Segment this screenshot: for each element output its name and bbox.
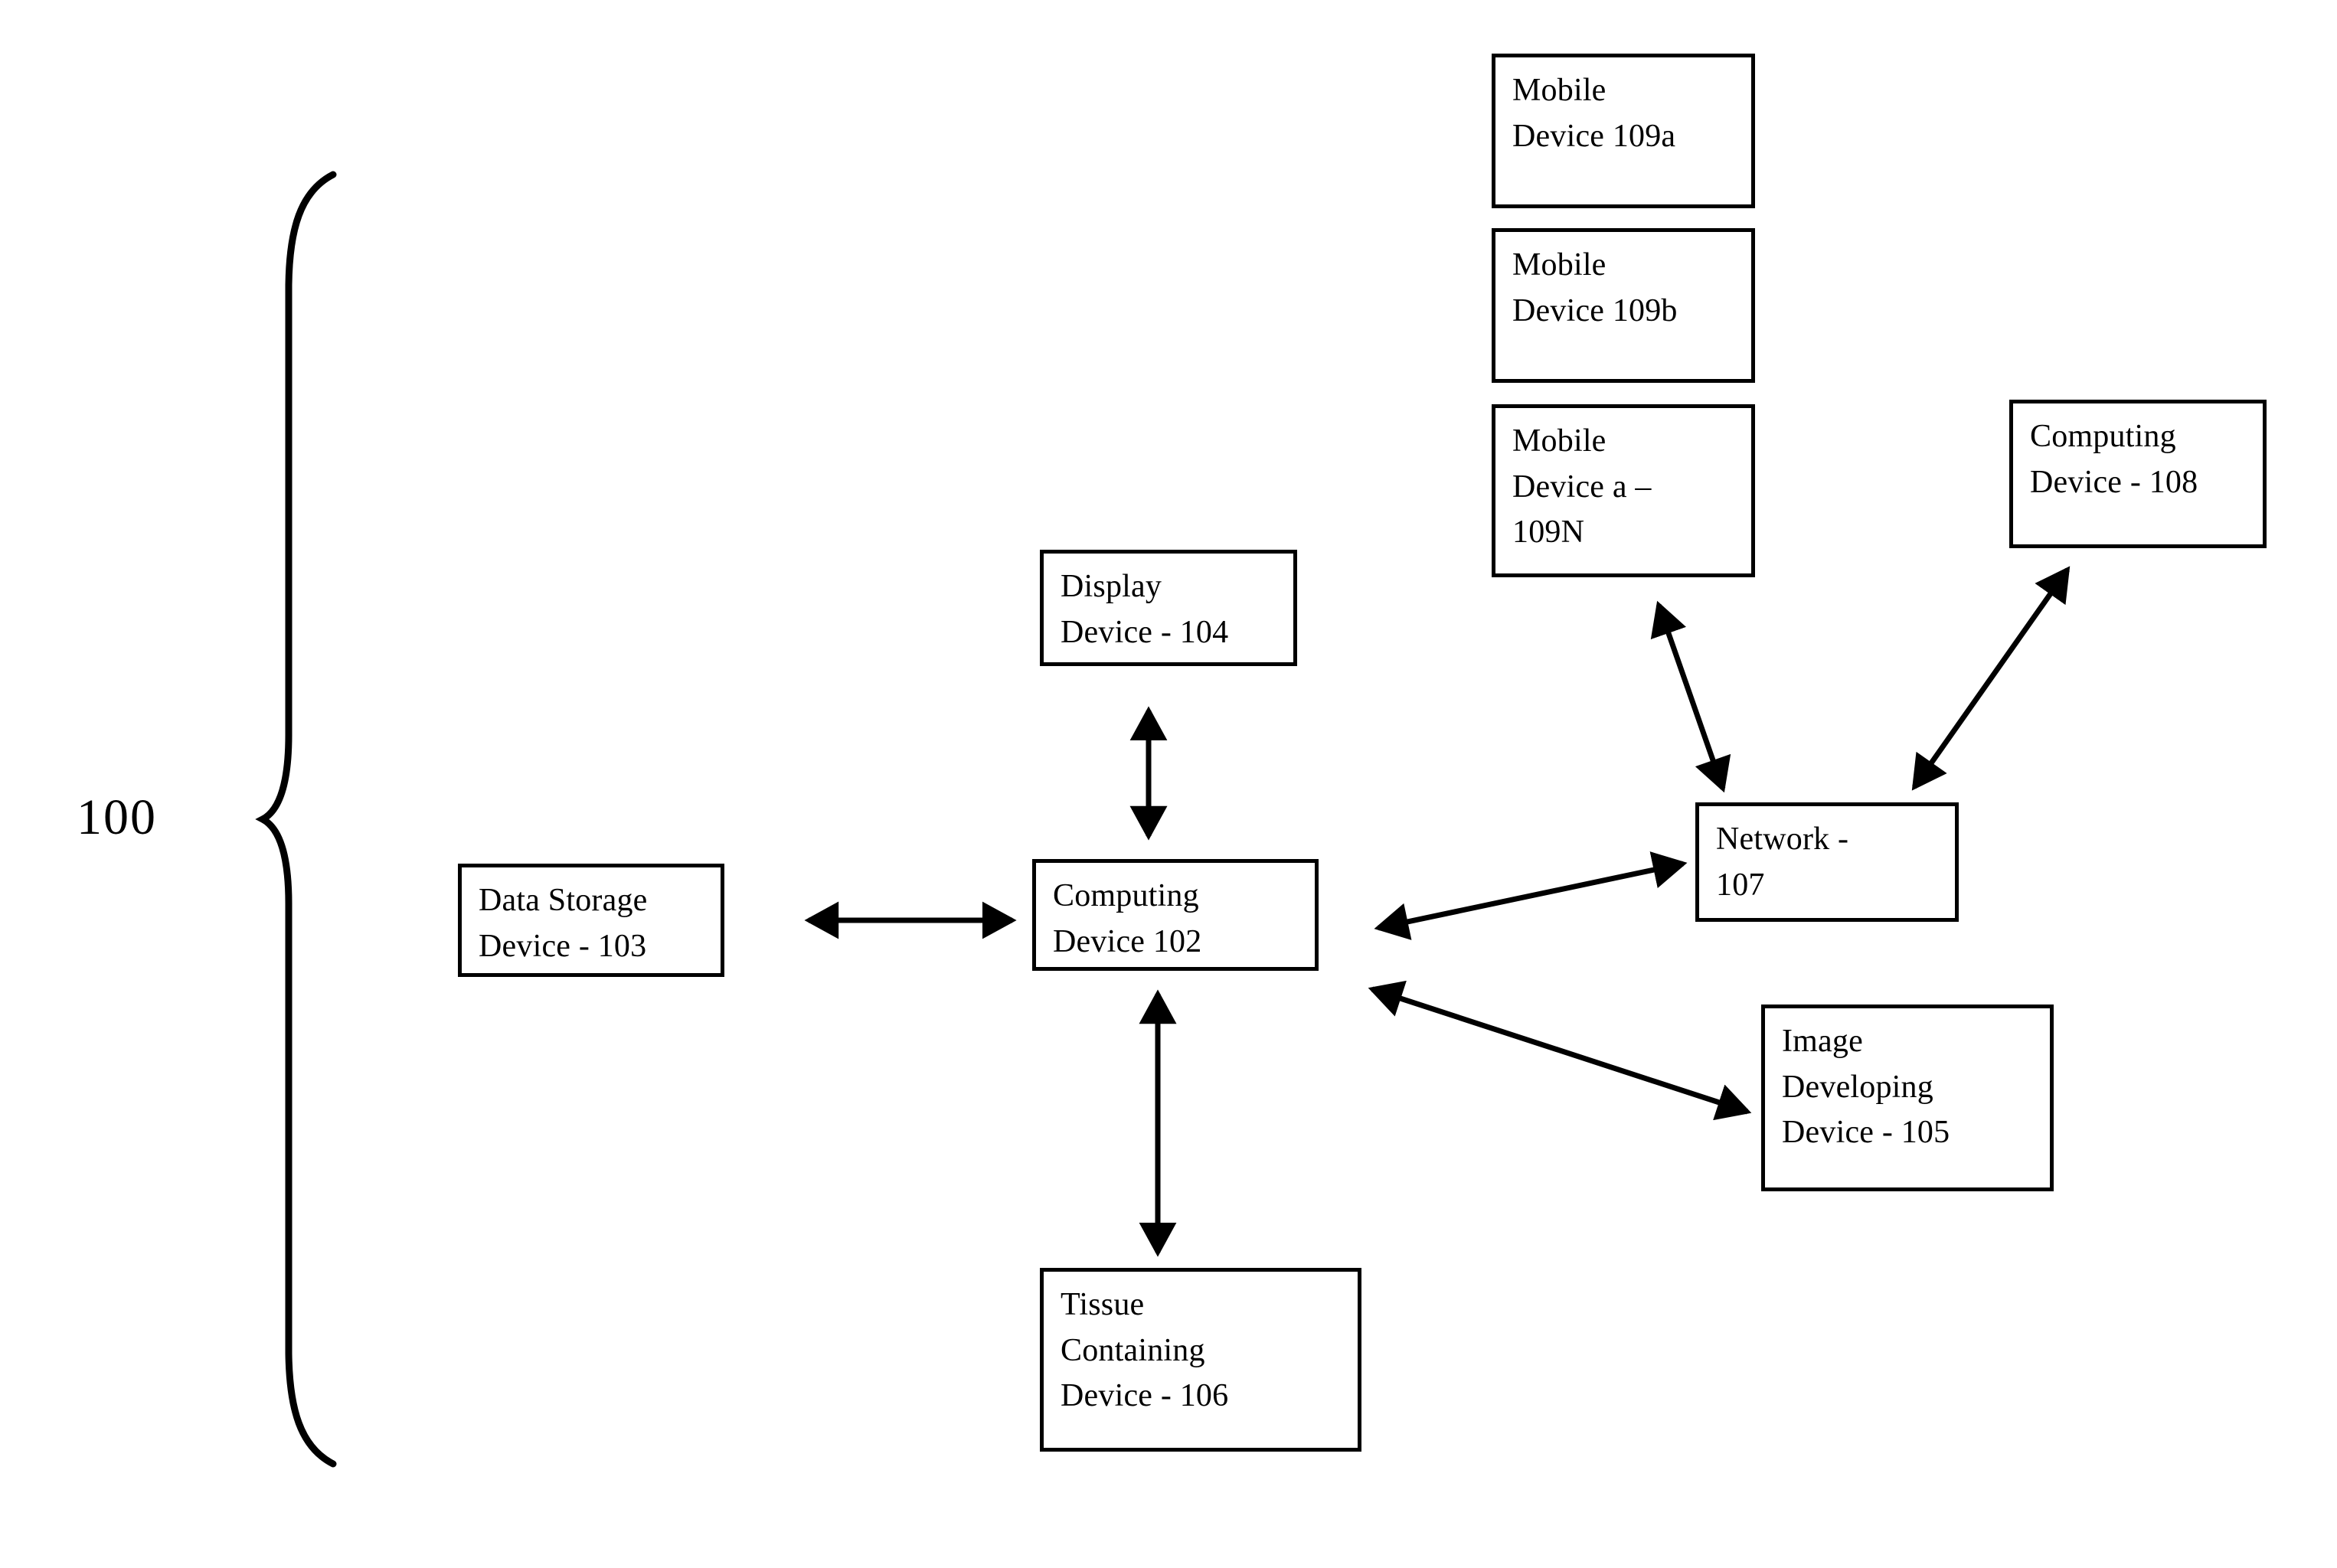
patent-figure-canvas: 100 Mobile Device 109a Mobile Device 109… <box>0 0 2337 1568</box>
node-mobile-device-109n: Mobile Device a – 109N <box>1492 404 1755 577</box>
node-mobile-device-109b: Mobile Device 109b <box>1492 228 1755 383</box>
node-computing-device-108: Computing Device - 108 <box>2009 400 2267 548</box>
node-display-device-104: Display Device - 104 <box>1040 550 1297 666</box>
node-tissue-containing-device-106: Tissue Containing Device - 106 <box>1040 1268 1361 1452</box>
node-mobile-device-109a: Mobile Device 109a <box>1492 54 1755 208</box>
node-image-developing-device-105: Image Developing Device - 105 <box>1761 1004 2054 1191</box>
arrow-computing-to-network <box>1374 851 1688 940</box>
arrow-network-to-computing-108 <box>1911 566 2071 791</box>
arrow-network-to-mobile-109n <box>1650 600 1731 793</box>
arrow-computing-to-image-developing <box>1368 980 1752 1121</box>
node-data-storage-device-103: Data Storage Device - 103 <box>458 864 724 977</box>
node-network-107: Network - 107 <box>1695 802 1959 922</box>
node-computing-device-102: Computing Device 102 <box>1032 859 1319 971</box>
